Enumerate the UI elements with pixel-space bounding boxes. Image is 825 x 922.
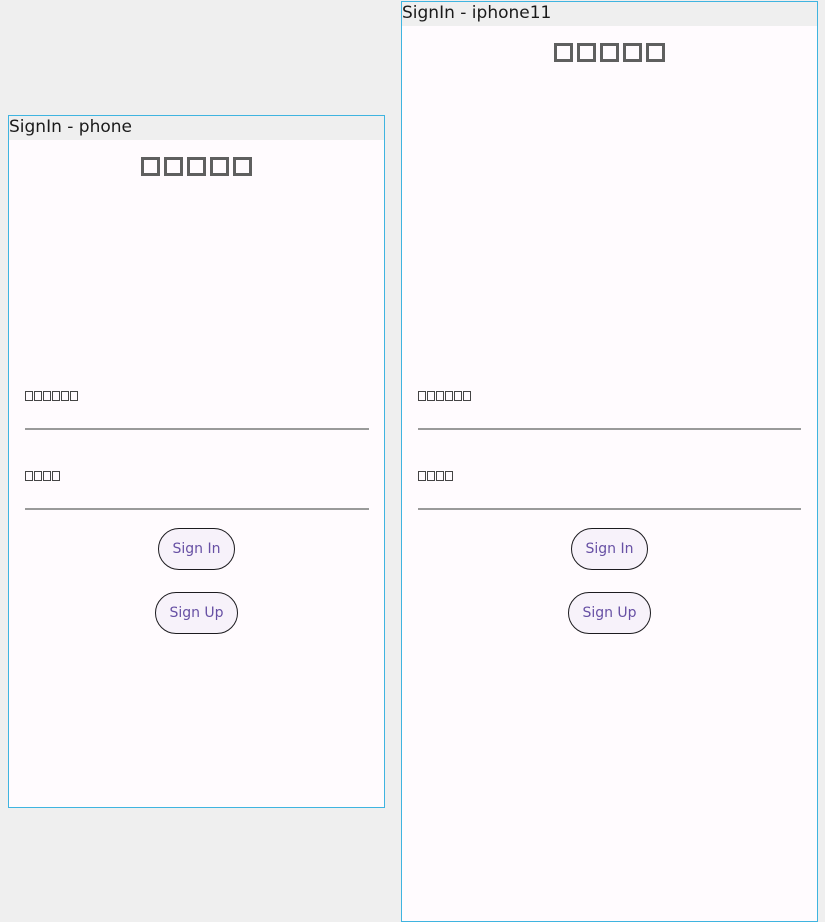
- missing-glyph-icon: [52, 471, 60, 481]
- missing-glyph-icon: [61, 391, 69, 401]
- missing-glyph-icon: [164, 157, 183, 176]
- frame-label-text: SignIn - iphone11: [402, 3, 552, 23]
- missing-glyph-icon: [210, 157, 229, 176]
- username-underline: [418, 428, 801, 430]
- password-underline: [25, 508, 369, 510]
- missing-glyph-icon: [427, 391, 435, 401]
- frame-label-text: SignIn - phone: [9, 117, 133, 137]
- missing-glyph-icon: [141, 157, 160, 176]
- password-label-glyphs: [418, 471, 453, 481]
- missing-glyph-icon: [25, 391, 33, 401]
- app-title-glyphs: [9, 157, 384, 176]
- password-underline: [418, 508, 801, 510]
- missing-glyph-icon: [436, 391, 444, 401]
- username-label-glyphs: [25, 391, 78, 401]
- missing-glyph-icon: [454, 391, 462, 401]
- iphone11-preview-frame: SignIn - iphone11 □□□□□ □□□□□□ □□□□ Si: [401, 1, 818, 922]
- missing-glyph-icon: [445, 471, 453, 481]
- missing-glyph-icon: [233, 157, 252, 176]
- missing-glyph-icon: [646, 43, 665, 62]
- frame-label: SignIn - phone: [9, 116, 384, 140]
- frame-label: SignIn - iphone11: [402, 2, 817, 26]
- missing-glyph-icon: [463, 391, 471, 401]
- sign-up-button[interactable]: Sign Up: [155, 592, 238, 634]
- username-label-glyphs: [418, 391, 471, 401]
- username-field[interactable]: □□□□□□: [418, 391, 801, 431]
- missing-glyph-icon: [418, 391, 426, 401]
- password-field[interactable]: □□□□: [418, 471, 801, 511]
- missing-glyph-icon: [34, 471, 42, 481]
- missing-glyph-icon: [577, 43, 596, 62]
- missing-glyph-icon: [445, 391, 453, 401]
- missing-glyph-icon: [43, 391, 51, 401]
- app-title-glyphs: [402, 43, 817, 62]
- missing-glyph-icon: [43, 471, 51, 481]
- missing-glyph-icon: [436, 471, 444, 481]
- missing-glyph-icon: [187, 157, 206, 176]
- missing-glyph-icon: [25, 471, 33, 481]
- username-underline: [25, 428, 369, 430]
- missing-glyph-icon: [34, 391, 42, 401]
- sign-up-button[interactable]: Sign Up: [568, 592, 651, 634]
- password-field[interactable]: □□□□: [25, 471, 369, 511]
- phone-preview-frame: SignIn - phone □□□□□ □□□□□□ □□□□ Sign: [8, 115, 385, 808]
- sign-in-button[interactable]: Sign In: [571, 528, 648, 570]
- missing-glyph-icon: [418, 471, 426, 481]
- missing-glyph-icon: [600, 43, 619, 62]
- missing-glyph-icon: [427, 471, 435, 481]
- sign-in-button[interactable]: Sign In: [158, 528, 235, 570]
- missing-glyph-icon: [70, 391, 78, 401]
- missing-glyph-icon: [623, 43, 642, 62]
- missing-glyph-icon: [554, 43, 573, 62]
- username-field[interactable]: □□□□□□: [25, 391, 369, 431]
- password-label-glyphs: [25, 471, 60, 481]
- missing-glyph-icon: [52, 391, 60, 401]
